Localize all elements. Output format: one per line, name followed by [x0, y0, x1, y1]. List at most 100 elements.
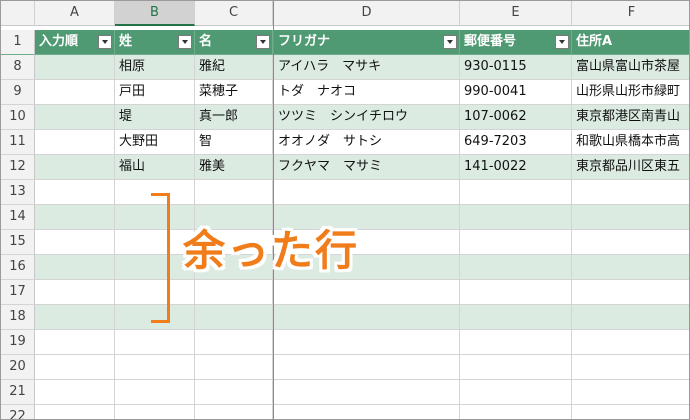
- cell[interactable]: [195, 305, 273, 330]
- cell-surname[interactable]: 堤: [115, 105, 195, 130]
- row-header[interactable]: 14: [1, 205, 35, 230]
- cell[interactable]: [572, 330, 689, 355]
- cell[interactable]: [460, 255, 572, 280]
- cell-address[interactable]: 和歌山県橋本市高: [572, 130, 689, 155]
- cell[interactable]: [115, 355, 195, 380]
- row-header[interactable]: 13: [1, 180, 35, 205]
- cell-order[interactable]: [35, 55, 115, 80]
- cell[interactable]: [195, 180, 273, 205]
- cell[interactable]: [35, 305, 115, 330]
- cell[interactable]: [572, 255, 689, 280]
- cell-given-name[interactable]: 雅紀: [195, 55, 273, 80]
- cell[interactable]: [195, 380, 273, 405]
- cell[interactable]: [35, 205, 115, 230]
- cell[interactable]: [460, 280, 572, 305]
- cell[interactable]: [35, 330, 115, 355]
- cell[interactable]: [35, 255, 115, 280]
- cell[interactable]: [274, 305, 460, 330]
- cell[interactable]: [115, 330, 195, 355]
- cell[interactable]: [274, 380, 460, 405]
- cell-given-name[interactable]: 菜穂子: [195, 80, 273, 105]
- cell[interactable]: [274, 405, 460, 419]
- row-header[interactable]: 11: [1, 130, 35, 155]
- column-header-e[interactable]: E: [460, 1, 572, 26]
- cell-postal[interactable]: 107-0062: [460, 105, 572, 130]
- cell[interactable]: [115, 405, 195, 419]
- row-header[interactable]: 1: [1, 30, 35, 55]
- header-cell-postal[interactable]: 郵便番号: [460, 30, 572, 55]
- cell[interactable]: [195, 280, 273, 305]
- row-header[interactable]: 19: [1, 330, 35, 355]
- cell-address[interactable]: 東京都港区南青山: [572, 105, 689, 130]
- cell-given-name[interactable]: 智: [195, 130, 273, 155]
- cell[interactable]: [195, 405, 273, 419]
- header-cell-furigana[interactable]: フリガナ: [274, 30, 460, 55]
- header-cell-order[interactable]: 入力順: [35, 30, 115, 55]
- cell-surname[interactable]: 大野田: [115, 130, 195, 155]
- cell-furigana[interactable]: フクヤマ マサミ: [274, 155, 460, 180]
- cell[interactable]: [460, 230, 572, 255]
- filter-dropdown-icon[interactable]: [555, 35, 569, 49]
- filter-dropdown-icon[interactable]: [98, 35, 112, 49]
- cell[interactable]: [35, 405, 115, 419]
- cell[interactable]: [35, 230, 115, 255]
- cell[interactable]: [572, 280, 689, 305]
- row-header[interactable]: 20: [1, 355, 35, 380]
- cell[interactable]: [274, 330, 460, 355]
- row-header[interactable]: 8: [1, 55, 35, 80]
- cell[interactable]: [572, 355, 689, 380]
- cell[interactable]: [460, 380, 572, 405]
- cell[interactable]: [195, 330, 273, 355]
- cell-given-name[interactable]: 真一郎: [195, 105, 273, 130]
- cell-address[interactable]: 富山県富山市茶屋: [572, 55, 689, 80]
- cell-furigana[interactable]: オオノダ サトシ: [274, 130, 460, 155]
- cell-order[interactable]: [35, 105, 115, 130]
- cell[interactable]: [115, 380, 195, 405]
- filter-dropdown-icon[interactable]: [443, 35, 457, 49]
- column-header-d[interactable]: D: [274, 1, 460, 26]
- cell[interactable]: [572, 205, 689, 230]
- cell[interactable]: [195, 355, 273, 380]
- row-header[interactable]: 21: [1, 380, 35, 405]
- cell-order[interactable]: [35, 130, 115, 155]
- row-header[interactable]: 10: [1, 105, 35, 130]
- cell[interactable]: [35, 380, 115, 405]
- filter-dropdown-icon[interactable]: [256, 35, 270, 49]
- cell[interactable]: [460, 205, 572, 230]
- cell[interactable]: [572, 305, 689, 330]
- cell-postal[interactable]: 141-0022: [460, 155, 572, 180]
- column-header-b[interactable]: B: [115, 1, 195, 26]
- cell-order[interactable]: [35, 80, 115, 105]
- cell[interactable]: [35, 280, 115, 305]
- cell[interactable]: [460, 180, 572, 205]
- cell[interactable]: [274, 180, 460, 205]
- cell[interactable]: [274, 280, 460, 305]
- row-header[interactable]: 22: [1, 405, 35, 419]
- header-cell-given-name[interactable]: 名: [195, 30, 273, 55]
- cell-postal[interactable]: 990-0041: [460, 80, 572, 105]
- cell-postal[interactable]: 930-0115: [460, 55, 572, 80]
- cell-address[interactable]: 東京都品川区東五: [572, 155, 689, 180]
- cell[interactable]: [274, 355, 460, 380]
- row-header[interactable]: 15: [1, 230, 35, 255]
- header-cell-address[interactable]: 住所A: [572, 30, 689, 55]
- cell[interactable]: [572, 230, 689, 255]
- row-header[interactable]: 9: [1, 80, 35, 105]
- column-header-a[interactable]: A: [35, 1, 115, 26]
- cell[interactable]: [572, 380, 689, 405]
- filter-dropdown-icon[interactable]: [178, 35, 192, 49]
- cell[interactable]: [460, 355, 572, 380]
- cell-surname[interactable]: 相原: [115, 55, 195, 80]
- column-header-f[interactable]: F: [572, 1, 689, 26]
- cell-given-name[interactable]: 雅美: [195, 155, 273, 180]
- cell[interactable]: [460, 305, 572, 330]
- cell-postal[interactable]: 649-7203: [460, 130, 572, 155]
- column-header-c[interactable]: C: [195, 1, 273, 26]
- cell-furigana[interactable]: トダ ナオコ: [274, 80, 460, 105]
- cell-surname[interactable]: 福山: [115, 155, 195, 180]
- cell[interactable]: [460, 405, 572, 419]
- cell-surname[interactable]: 戸田: [115, 80, 195, 105]
- row-header[interactable]: 16: [1, 255, 35, 280]
- cell-address[interactable]: 山形県山形市緑町: [572, 80, 689, 105]
- cell[interactable]: [460, 330, 572, 355]
